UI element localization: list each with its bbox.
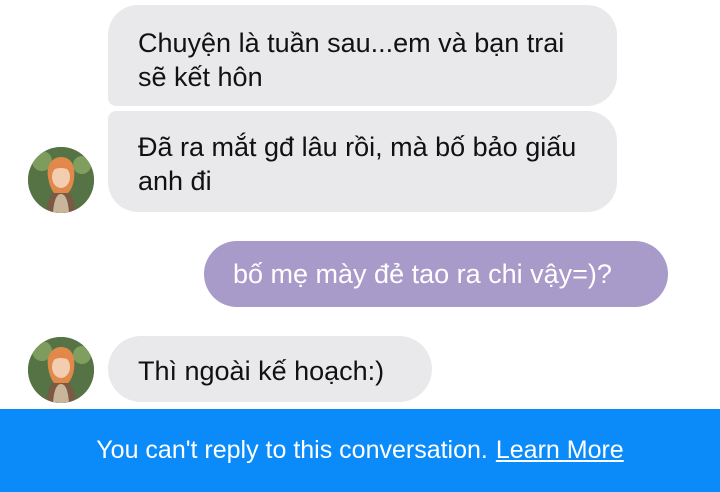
chat-screen: Chuyện là tuần sau...em và bạn trai sẽ k… bbox=[0, 0, 720, 492]
message-text: bố mẹ mày đẻ tao ra chi vậy=)? bbox=[233, 259, 612, 289]
message-text: Thì ngoài kế hoạch:) bbox=[138, 356, 385, 386]
avatar-photo bbox=[28, 337, 94, 403]
contact-avatar-icon[interactable] bbox=[28, 337, 94, 403]
reply-disabled-banner: You can't reply to this conversation. Le… bbox=[0, 409, 720, 492]
reply-disabled-notice: You can't reply to this conversation. bbox=[96, 436, 488, 464]
message-text: Đã ra mắt gđ lâu rồi, mà bố bảo giấu anh… bbox=[138, 132, 577, 196]
avatar-photo bbox=[28, 147, 94, 213]
message-bubble-incoming[interactable]: Đã ra mắt gđ lâu rồi, mà bố bảo giấu anh… bbox=[108, 111, 617, 212]
message-text: Chuyện là tuần sau...em và bạn trai sẽ k… bbox=[138, 28, 565, 92]
message-bubble-incoming[interactable]: Chuyện là tuần sau...em và bạn trai sẽ k… bbox=[108, 5, 617, 106]
message-bubble-outgoing[interactable]: bố mẹ mày đẻ tao ra chi vậy=)? bbox=[204, 241, 668, 307]
message-bubble-incoming[interactable]: Thì ngoài kế hoạch:) bbox=[108, 336, 432, 402]
contact-avatar-icon[interactable] bbox=[28, 147, 94, 213]
learn-more-link[interactable]: Learn More bbox=[496, 436, 624, 465]
